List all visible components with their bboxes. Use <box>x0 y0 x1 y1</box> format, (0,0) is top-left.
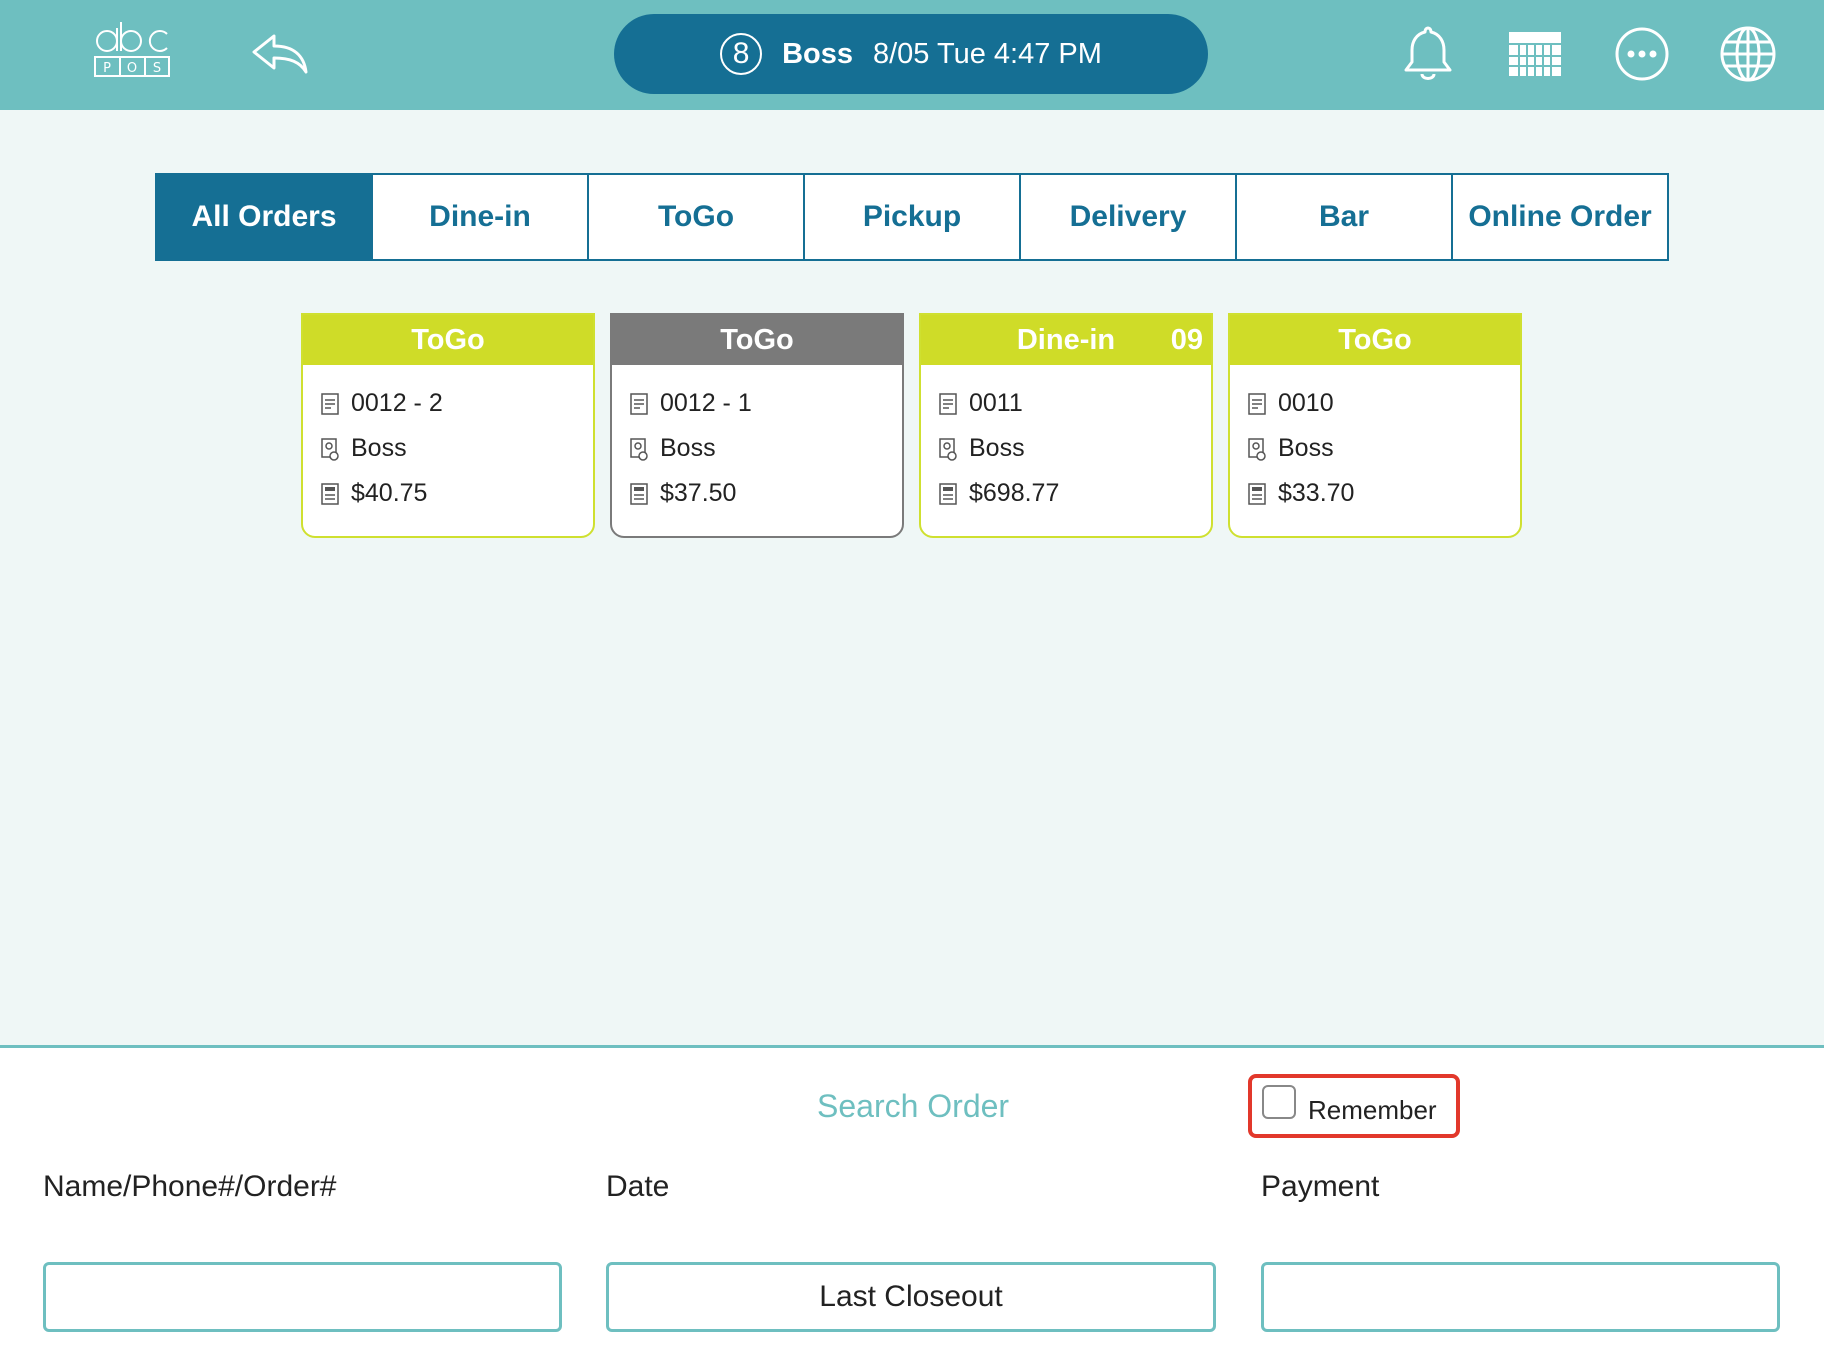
order-total: $37.50 <box>660 479 737 507</box>
order-type-header: ToGo <box>612 315 902 365</box>
order-type-header: Dine-in 09 <box>921 315 1211 365</box>
receipt-icon <box>1248 392 1266 415</box>
order-number-row: 0011 <box>937 381 1211 426</box>
datetime-label: 8/05 Tue 4:47 PM <box>872 37 1102 70</box>
tab-online-order[interactable]: Online Order <box>1453 175 1667 259</box>
more-dots-icon[interactable] <box>1610 22 1674 86</box>
name-phone-order-label: Name/Phone#/Order# <box>43 1170 337 1203</box>
server-badge-icon <box>1248 437 1266 461</box>
calculator-icon <box>939 482 957 505</box>
remember-label: Remember <box>1308 1094 1437 1125</box>
order-total: $698.77 <box>969 479 1060 507</box>
date-label: Date <box>606 1170 670 1203</box>
globe-icon[interactable] <box>1716 22 1780 86</box>
calculator-icon <box>321 482 339 505</box>
order-total: $40.75 <box>351 479 428 507</box>
server-row: Boss <box>628 426 902 471</box>
receipt-icon <box>630 392 648 415</box>
order-card[interactable]: ToGo 0010 Boss $33.70 <box>1228 313 1522 538</box>
order-type-tabs: All Orders Dine-in ToGo Pickup Delivery … <box>155 173 1669 261</box>
top-bar: P O S 8 Boss 8/05 Tue 4:47 PM <box>0 0 1824 110</box>
order-type-label: ToGo <box>720 323 794 356</box>
order-number: 0012 - 2 <box>351 389 443 417</box>
tab-togo[interactable]: ToGo <box>589 175 805 259</box>
server-badge-icon <box>321 437 339 461</box>
tab-bar[interactable]: Bar <box>1237 175 1453 259</box>
order-type-label: ToGo <box>1338 323 1412 356</box>
search-order-title: Search Order <box>817 1088 1010 1124</box>
server-name: Boss <box>660 434 716 462</box>
order-total: $33.70 <box>1278 479 1355 507</box>
name-phone-order-input[interactable] <box>43 1262 562 1332</box>
order-type-label: ToGo <box>411 323 485 356</box>
order-number-row: 0012 - 1 <box>628 381 902 426</box>
order-card[interactable]: Dine-in 09 0011 Boss $698.77 <box>919 313 1213 538</box>
order-type-header: ToGo <box>303 315 593 365</box>
remember-checkbox[interactable]: Remember <box>1248 1074 1460 1138</box>
back-button[interactable] <box>250 28 310 78</box>
order-card[interactable]: ToGo 0012 - 2 Boss $40.75 <box>301 313 595 538</box>
server-name: Boss <box>969 434 1025 462</box>
order-card[interactable]: ToGo 0012 - 1 Boss $37.50 <box>610 313 904 538</box>
tab-pickup[interactable]: Pickup <box>805 175 1021 259</box>
order-number: 0012 - 1 <box>660 389 752 417</box>
order-type-header: ToGo <box>1230 315 1520 365</box>
table-number: 09 <box>1170 323 1203 356</box>
date-select[interactable]: Last Closeout <box>606 1262 1216 1332</box>
status-badge: 8 <box>720 33 763 75</box>
server-row: Boss <box>937 426 1211 471</box>
server-badge-icon <box>630 437 648 461</box>
order-number: 0011 <box>969 389 1023 417</box>
user-status-pill[interactable]: 8 Boss 8/05 Tue 4:47 PM <box>614 14 1208 94</box>
bell-icon[interactable] <box>1396 22 1460 86</box>
search-order-panel: Search Order Remember Name/Phone#/Order#… <box>0 1045 1824 1368</box>
payment-select[interactable] <box>1261 1262 1780 1332</box>
tab-dine-in[interactable]: Dine-in <box>373 175 589 259</box>
order-number-row: 0010 <box>1246 381 1520 426</box>
svg-text:O: O <box>127 61 137 76</box>
receipt-icon <box>321 392 339 415</box>
tab-all-orders[interactable]: All Orders <box>157 175 373 259</box>
total-row: $37.50 <box>628 471 902 516</box>
total-row: $698.77 <box>937 471 1211 516</box>
server-name: Boss <box>1278 434 1334 462</box>
svg-text:P: P <box>103 61 111 76</box>
svg-text:S: S <box>153 61 161 76</box>
total-row: $33.70 <box>1246 471 1520 516</box>
back-arrow-icon <box>252 34 308 74</box>
server-badge-icon <box>939 437 957 461</box>
server-row: Boss <box>1246 426 1520 471</box>
total-row: $40.75 <box>319 471 593 516</box>
order-number-row: 0012 - 2 <box>319 381 593 426</box>
server-name: Boss <box>351 434 407 462</box>
order-number: 0010 <box>1278 389 1334 417</box>
receipt-icon <box>939 392 957 415</box>
user-name: Boss <box>782 37 853 70</box>
checkbox-box[interactable] <box>1262 1085 1296 1119</box>
payment-label: Payment <box>1261 1170 1380 1203</box>
calendar-grid-icon[interactable] <box>1503 22 1567 86</box>
calculator-icon <box>630 482 648 505</box>
calculator-icon <box>1248 482 1266 505</box>
server-row: Boss <box>319 426 593 471</box>
abc-pos-logo-icon: P O S <box>93 18 173 80</box>
order-card-list: ToGo 0012 - 2 Boss $40.75 ToGo 0012 - 1 … <box>301 313 1522 538</box>
tab-delivery[interactable]: Delivery <box>1021 175 1237 259</box>
order-type-label: Dine-in <box>1016 323 1116 356</box>
